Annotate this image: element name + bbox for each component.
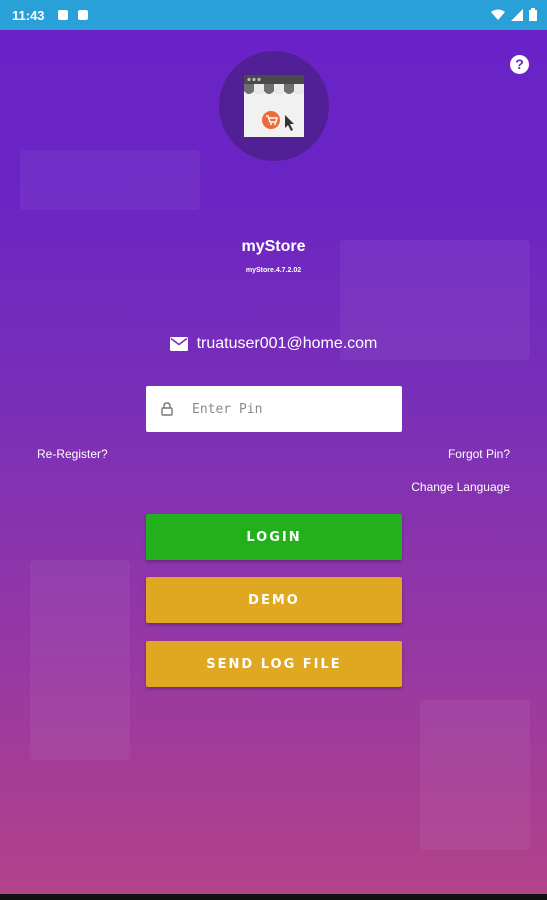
login-button[interactable]: LOGIN — [146, 514, 402, 560]
reregister-link[interactable]: Re-Register? — [37, 447, 108, 461]
user-email: truatuser001@home.com — [196, 335, 378, 352]
app-name: myStore — [241, 238, 306, 255]
status-bar: 11:43 — [0, 0, 547, 30]
signal-icon — [511, 8, 523, 21]
change-language-link[interactable]: Change Language — [411, 480, 510, 494]
send-log-file-button[interactable]: SEND LOG FILE — [146, 641, 402, 687]
app-logo — [219, 51, 329, 161]
lock-icon — [160, 402, 174, 416]
app-version: myStore.4.7.2.02 — [245, 267, 302, 274]
user-email-row: truatuser001@home.com — [0, 335, 547, 353]
login-screen: 11:43 ? myStore myStore.4.7.2.02 truatus… — [0, 0, 547, 900]
background-decoration — [420, 700, 530, 850]
notification-icon — [58, 10, 68, 20]
battery-icon — [529, 8, 537, 21]
wifi-icon — [491, 9, 505, 20]
demo-button[interactable]: DEMO — [146, 577, 402, 623]
sd-card-icon — [78, 10, 88, 20]
status-icons — [491, 8, 537, 21]
pin-input[interactable] — [190, 400, 394, 418]
pin-field[interactable] — [146, 386, 402, 432]
forgot-pin-link[interactable]: Forgot Pin? — [448, 447, 510, 461]
mail-icon — [169, 337, 188, 351]
status-time: 11:43 — [12, 8, 45, 23]
store-icon — [244, 75, 304, 137]
background-decoration — [20, 150, 200, 210]
help-button[interactable]: ? — [510, 55, 529, 74]
navigation-bar — [0, 894, 547, 900]
background-decoration — [30, 560, 130, 760]
